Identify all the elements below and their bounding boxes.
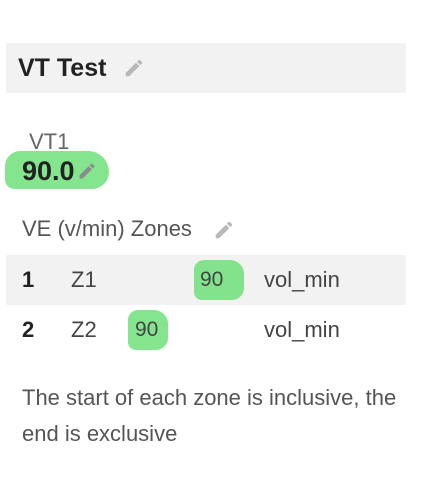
pencil-icon[interactable]	[213, 219, 235, 241]
zone-row: 2 Z2 90 vol_min	[6, 305, 406, 355]
zone-name: Z2	[71, 317, 97, 342]
zone-number: 1	[22, 267, 35, 292]
zones-note: The start of each zone is inclusive, the…	[22, 385, 397, 446]
zone-value[interactable]: 90	[200, 268, 223, 292]
zone-row: 1 Z1 90 vol_min	[6, 255, 406, 305]
zone-value[interactable]: 90	[135, 318, 158, 342]
pencil-icon[interactable]	[123, 57, 145, 79]
pencil-icon[interactable]	[77, 161, 97, 181]
zones-heading: VE (v/min) Zones	[22, 216, 192, 241]
page-title: VT Test	[18, 54, 107, 82]
header-bar: VT Test	[6, 43, 406, 93]
zone-number: 2	[22, 317, 35, 342]
zone-unit: vol_min	[264, 267, 340, 292]
zone-name: Z1	[71, 267, 97, 292]
vt-value-group: 90.0	[22, 152, 97, 190]
vt-value: 90.0	[22, 155, 75, 186]
zone-unit: vol_min	[264, 317, 340, 342]
